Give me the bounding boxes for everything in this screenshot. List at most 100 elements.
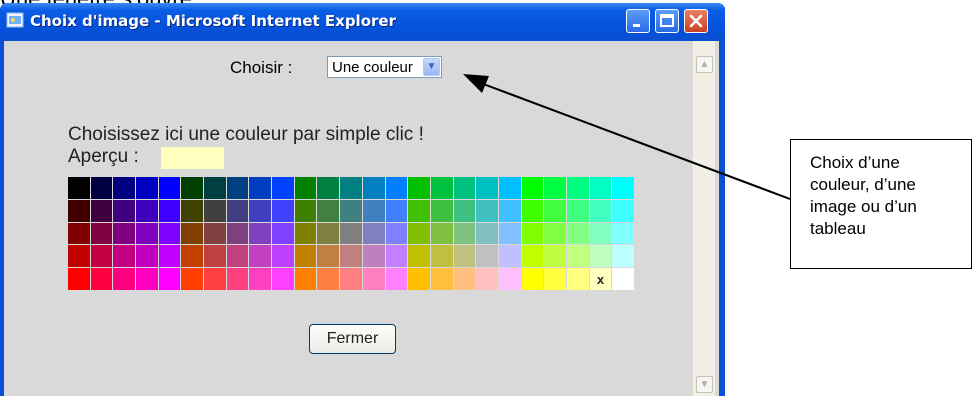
palette-swatch[interactable] [272, 177, 294, 199]
palette-swatch[interactable] [453, 268, 476, 290]
palette-swatch[interactable] [294, 222, 317, 245]
palette-swatch[interactable] [408, 177, 430, 199]
palette-swatch[interactable] [566, 268, 589, 290]
palette-swatch[interactable] [317, 199, 340, 222]
close-button[interactable]: Fermer [309, 324, 396, 354]
palette-swatch[interactable] [90, 245, 113, 268]
palette-swatch[interactable] [408, 245, 430, 268]
palette-swatch[interactable] [136, 268, 158, 290]
palette-swatch[interactable] [136, 199, 158, 222]
palette-swatch[interactable] [181, 268, 204, 290]
palette-swatch[interactable] [498, 222, 521, 245]
palette-swatch[interactable] [430, 268, 453, 290]
palette-swatch[interactable] [136, 245, 158, 268]
palette-swatch[interactable] [294, 177, 317, 199]
palette-swatch[interactable] [453, 199, 476, 222]
palette-swatch[interactable] [113, 199, 136, 222]
palette-swatch[interactable] [272, 245, 294, 268]
palette-swatch[interactable] [68, 177, 90, 199]
window-titlebar[interactable]: Choix d'image - Microsoft Internet Explo… [0, 3, 725, 41]
palette-swatch[interactable] [521, 199, 544, 222]
palette-swatch[interactable] [136, 222, 158, 245]
palette-swatch[interactable] [317, 222, 340, 245]
palette-swatch[interactable] [453, 222, 476, 245]
scroll-up-icon[interactable]: ▲ [696, 56, 713, 73]
palette-swatch[interactable] [317, 268, 340, 290]
palette-swatch[interactable] [204, 268, 226, 290]
palette-swatch[interactable] [226, 245, 249, 268]
palette-swatch[interactable] [68, 199, 90, 222]
palette-swatch[interactable] [158, 268, 181, 290]
palette-swatch[interactable] [408, 199, 430, 222]
vertical-scrollbar[interactable]: ▲ ▼ [692, 41, 715, 396]
palette-swatch[interactable] [498, 245, 521, 268]
palette-swatch[interactable] [589, 177, 612, 199]
palette-swatch[interactable] [204, 177, 226, 199]
palette-swatch[interactable] [113, 268, 136, 290]
palette-swatch[interactable] [317, 245, 340, 268]
palette-swatch[interactable] [566, 199, 589, 222]
palette-swatch[interactable] [226, 177, 249, 199]
palette-swatch[interactable] [544, 199, 566, 222]
palette-swatch[interactable] [181, 245, 204, 268]
palette-swatch[interactable] [362, 245, 385, 268]
palette-swatch[interactable] [612, 245, 634, 268]
palette-swatch[interactable] [589, 245, 612, 268]
palette-swatch[interactable] [113, 222, 136, 245]
palette-swatch[interactable] [340, 268, 362, 290]
palette-swatch[interactable] [158, 177, 181, 199]
palette-swatch[interactable] [226, 222, 249, 245]
palette-swatch[interactable] [340, 222, 362, 245]
palette-swatch[interactable] [498, 268, 521, 290]
palette-swatch[interactable] [612, 177, 634, 199]
palette-swatch[interactable] [566, 222, 589, 245]
palette-swatch[interactable] [385, 245, 408, 268]
palette-swatch[interactable] [408, 268, 430, 290]
palette-swatch-selected[interactable]: x [589, 268, 612, 290]
palette-swatch[interactable] [544, 222, 566, 245]
palette-swatch[interactable] [612, 199, 634, 222]
palette-swatch[interactable] [294, 268, 317, 290]
palette-swatch[interactable] [498, 177, 521, 199]
palette-swatch[interactable] [544, 245, 566, 268]
palette-swatch[interactable] [294, 245, 317, 268]
palette-swatch[interactable] [181, 199, 204, 222]
palette-swatch[interactable] [294, 199, 317, 222]
chevron-down-icon[interactable]: ▼ [423, 58, 440, 76]
palette-swatch[interactable] [521, 177, 544, 199]
palette-swatch[interactable] [612, 268, 634, 290]
palette-swatch[interactable] [226, 199, 249, 222]
palette-swatch[interactable] [90, 199, 113, 222]
palette-swatch[interactable] [249, 177, 272, 199]
palette-swatch[interactable] [566, 177, 589, 199]
palette-swatch[interactable] [90, 268, 113, 290]
palette-swatch[interactable] [521, 222, 544, 245]
maximize-button[interactable] [655, 9, 679, 33]
palette-swatch[interactable] [385, 177, 408, 199]
palette-swatch[interactable] [521, 245, 544, 268]
palette-swatch[interactable] [430, 245, 453, 268]
palette-swatch[interactable] [181, 222, 204, 245]
type-select[interactable]: Une couleur ▼ [327, 56, 442, 78]
minimize-button[interactable] [626, 9, 650, 33]
palette-swatch[interactable] [272, 199, 294, 222]
palette-swatch[interactable] [362, 177, 385, 199]
palette-swatch[interactable] [566, 245, 589, 268]
palette-swatch[interactable] [408, 222, 430, 245]
palette-swatch[interactable] [272, 222, 294, 245]
palette-swatch[interactable] [113, 177, 136, 199]
palette-swatch[interactable] [317, 177, 340, 199]
palette-swatch[interactable] [544, 268, 566, 290]
palette-swatch[interactable] [362, 199, 385, 222]
palette-swatch[interactable] [340, 177, 362, 199]
palette-swatch[interactable] [249, 199, 272, 222]
palette-swatch[interactable] [498, 199, 521, 222]
palette-swatch[interactable] [340, 199, 362, 222]
palette-swatch[interactable] [430, 199, 453, 222]
palette-swatch[interactable] [68, 245, 90, 268]
palette-swatch[interactable] [226, 268, 249, 290]
palette-swatch[interactable] [181, 177, 204, 199]
palette-swatch[interactable] [90, 222, 113, 245]
palette-swatch[interactable] [204, 245, 226, 268]
palette-swatch[interactable] [589, 199, 612, 222]
